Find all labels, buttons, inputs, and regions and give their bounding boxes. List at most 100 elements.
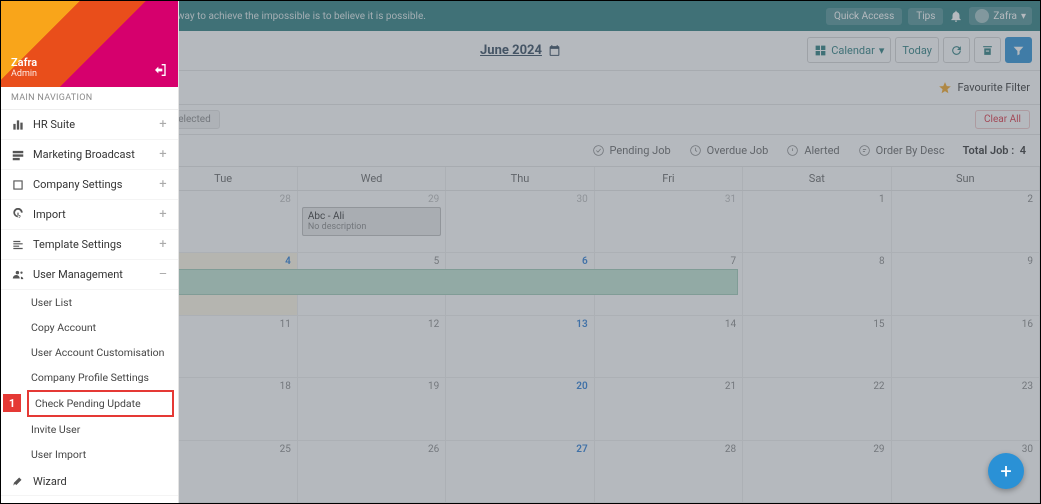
avatar-icon xyxy=(975,9,989,23)
expand-icon: – xyxy=(158,267,168,282)
sidebar-item-user-guide-support[interactable]: User Guide & Support+ xyxy=(1,496,178,504)
calendar-cell[interactable]: 27 xyxy=(446,441,594,503)
expand-icon: + xyxy=(158,237,168,252)
star-icon xyxy=(938,81,952,95)
date-number: 8 xyxy=(879,256,885,267)
date-number: 28 xyxy=(280,194,291,205)
calendar-cell[interactable]: 12 xyxy=(298,316,446,378)
date-number: 4 xyxy=(285,256,291,267)
favourite-filter-button[interactable]: Favourite Filter xyxy=(938,81,1030,95)
archive-button[interactable] xyxy=(974,37,1001,63)
notification-bell-icon[interactable] xyxy=(949,9,963,23)
add-fab-button[interactable]: + xyxy=(988,453,1024,489)
pending-job-filter[interactable]: Pending Job xyxy=(592,144,671,157)
user-menu[interactable]: Zafra ▾ xyxy=(969,7,1032,25)
sidebar-item-user-management[interactable]: User Management– xyxy=(1,260,178,290)
calendar-cell[interactable]: 20 xyxy=(446,378,594,440)
calendar-cell[interactable]: 14 xyxy=(595,316,743,378)
check-circle-icon xyxy=(592,144,605,157)
calendar-cell[interactable]: 22 xyxy=(743,378,891,440)
sidebar-item-wizard[interactable]: Wizard xyxy=(1,467,178,496)
weekday-label: Fri xyxy=(595,167,743,190)
date-number: 5 xyxy=(434,256,440,267)
date-number: 1 xyxy=(879,194,885,205)
calendar-cell[interactable]: 8 xyxy=(743,253,891,315)
date-number: 9 xyxy=(1027,256,1033,267)
quick-access-button[interactable]: Quick Access xyxy=(826,8,902,25)
calendar-cell[interactable]: 21 xyxy=(595,378,743,440)
calendar-cell[interactable]: 9 xyxy=(892,253,1040,315)
calendar-cell[interactable]: 2 xyxy=(892,191,1040,253)
calendar-cell[interactable]: 30 xyxy=(446,191,594,253)
view-calendar-button[interactable]: Calendar ▾ xyxy=(807,37,891,63)
calendar-cell[interactable]: 16 xyxy=(892,316,1040,378)
sidebar-user-role: Admin xyxy=(11,69,168,79)
sidebar-item-company-settings[interactable]: Company Settings+ xyxy=(1,170,178,200)
date-number: 20 xyxy=(576,381,587,392)
exit-icon xyxy=(153,62,169,78)
date-number: 25 xyxy=(280,444,291,455)
calendar-cell[interactable]: 1 xyxy=(743,191,891,253)
date-number: 30 xyxy=(1022,444,1033,455)
refresh-button[interactable] xyxy=(943,37,970,63)
sidebar-section-label: MAIN NAVIGATION xyxy=(1,87,178,110)
sidebar-item-hr-suite[interactable]: HR Suite+ xyxy=(1,110,178,140)
calendar-cell[interactable]: 26 xyxy=(298,441,446,503)
sidebar-subitem-user-list[interactable]: User List xyxy=(1,290,178,315)
date-number: 12 xyxy=(428,319,439,330)
calendar-cell[interactable]: 13 xyxy=(446,316,594,378)
nav-icon xyxy=(11,148,25,162)
sidebar-collapse-button[interactable] xyxy=(152,61,170,79)
clear-all-button[interactable]: Clear All xyxy=(975,110,1030,129)
sidebar-item-marketing-broadcast[interactable]: Marketing Broadcast+ xyxy=(1,140,178,170)
order-by-filter[interactable]: Order By Desc xyxy=(858,144,945,157)
sidebar-subitem-invite-user[interactable]: Invite User xyxy=(1,417,178,442)
calendar-cell[interactable]: 15 xyxy=(743,316,891,378)
weekday-label: Sun xyxy=(892,167,1040,190)
date-number: 13 xyxy=(576,319,587,330)
grid-icon xyxy=(814,44,827,57)
step-badge: 1 xyxy=(3,394,21,412)
date-number: 30 xyxy=(576,194,587,205)
sidebar-user-name: Zafra xyxy=(11,56,168,69)
nav-icon xyxy=(11,118,25,132)
date-number: 6 xyxy=(582,256,588,267)
date-number: 23 xyxy=(1022,381,1033,392)
date-number: 27 xyxy=(576,444,587,455)
calendar-event[interactable]: Abc - AliNo description xyxy=(302,207,441,236)
nav-icon xyxy=(11,268,25,282)
date-number: 31 xyxy=(725,194,736,205)
chevron-down-icon: ▾ xyxy=(879,44,885,57)
calendar-cell[interactable]: 23 xyxy=(892,378,1040,440)
overdue-job-filter[interactable]: Overdue Job xyxy=(689,144,769,157)
month-title[interactable]: June 2024 xyxy=(480,43,561,58)
sidebar-item-template-settings[interactable]: Template Settings+ xyxy=(1,230,178,260)
date-number: 2 xyxy=(1027,194,1033,205)
total-job-label: Total Job : 4 xyxy=(963,144,1026,157)
sidebar-subitem-copy-account[interactable]: Copy Account xyxy=(1,315,178,340)
calendar-cell[interactable]: 29 xyxy=(743,441,891,503)
expand-icon: + xyxy=(158,117,168,132)
filter-button[interactable] xyxy=(1005,37,1032,63)
sidebar-item-import[interactable]: Import+ xyxy=(1,200,178,230)
date-number: 7 xyxy=(731,256,737,267)
date-number: 15 xyxy=(873,319,884,330)
today-button[interactable]: Today xyxy=(895,37,939,63)
calendar-cell[interactable]: 31 xyxy=(595,191,743,253)
sort-icon xyxy=(858,144,871,157)
expand-icon: + xyxy=(158,147,168,162)
sidebar-subitem-user-import[interactable]: User Import xyxy=(1,442,178,467)
weekday-label: Wed xyxy=(298,167,446,190)
tagline: The only way to achieve the impossible i… xyxy=(137,11,426,22)
chevron-down-icon: ▾ xyxy=(1021,11,1026,22)
alerted-filter[interactable]: Alerted xyxy=(786,144,839,157)
date-number: 22 xyxy=(873,381,884,392)
calendar-cell[interactable]: 28 xyxy=(595,441,743,503)
calendar-cell[interactable]: 29Abc - AliNo description xyxy=(298,191,446,253)
sidebar-subitem-check-pending-update[interactable]: Check Pending Update1 xyxy=(27,390,174,417)
sidebar-subitem-user-account-customisation[interactable]: User Account Customisation xyxy=(1,340,178,365)
calendar-cell[interactable]: 19 xyxy=(298,378,446,440)
sidebar: Zafra Admin MAIN NAVIGATION HR Suite+Mar… xyxy=(1,1,179,503)
sidebar-subitem-company-profile-settings[interactable]: Company Profile Settings xyxy=(1,365,178,390)
tips-button[interactable]: Tips xyxy=(908,8,943,25)
